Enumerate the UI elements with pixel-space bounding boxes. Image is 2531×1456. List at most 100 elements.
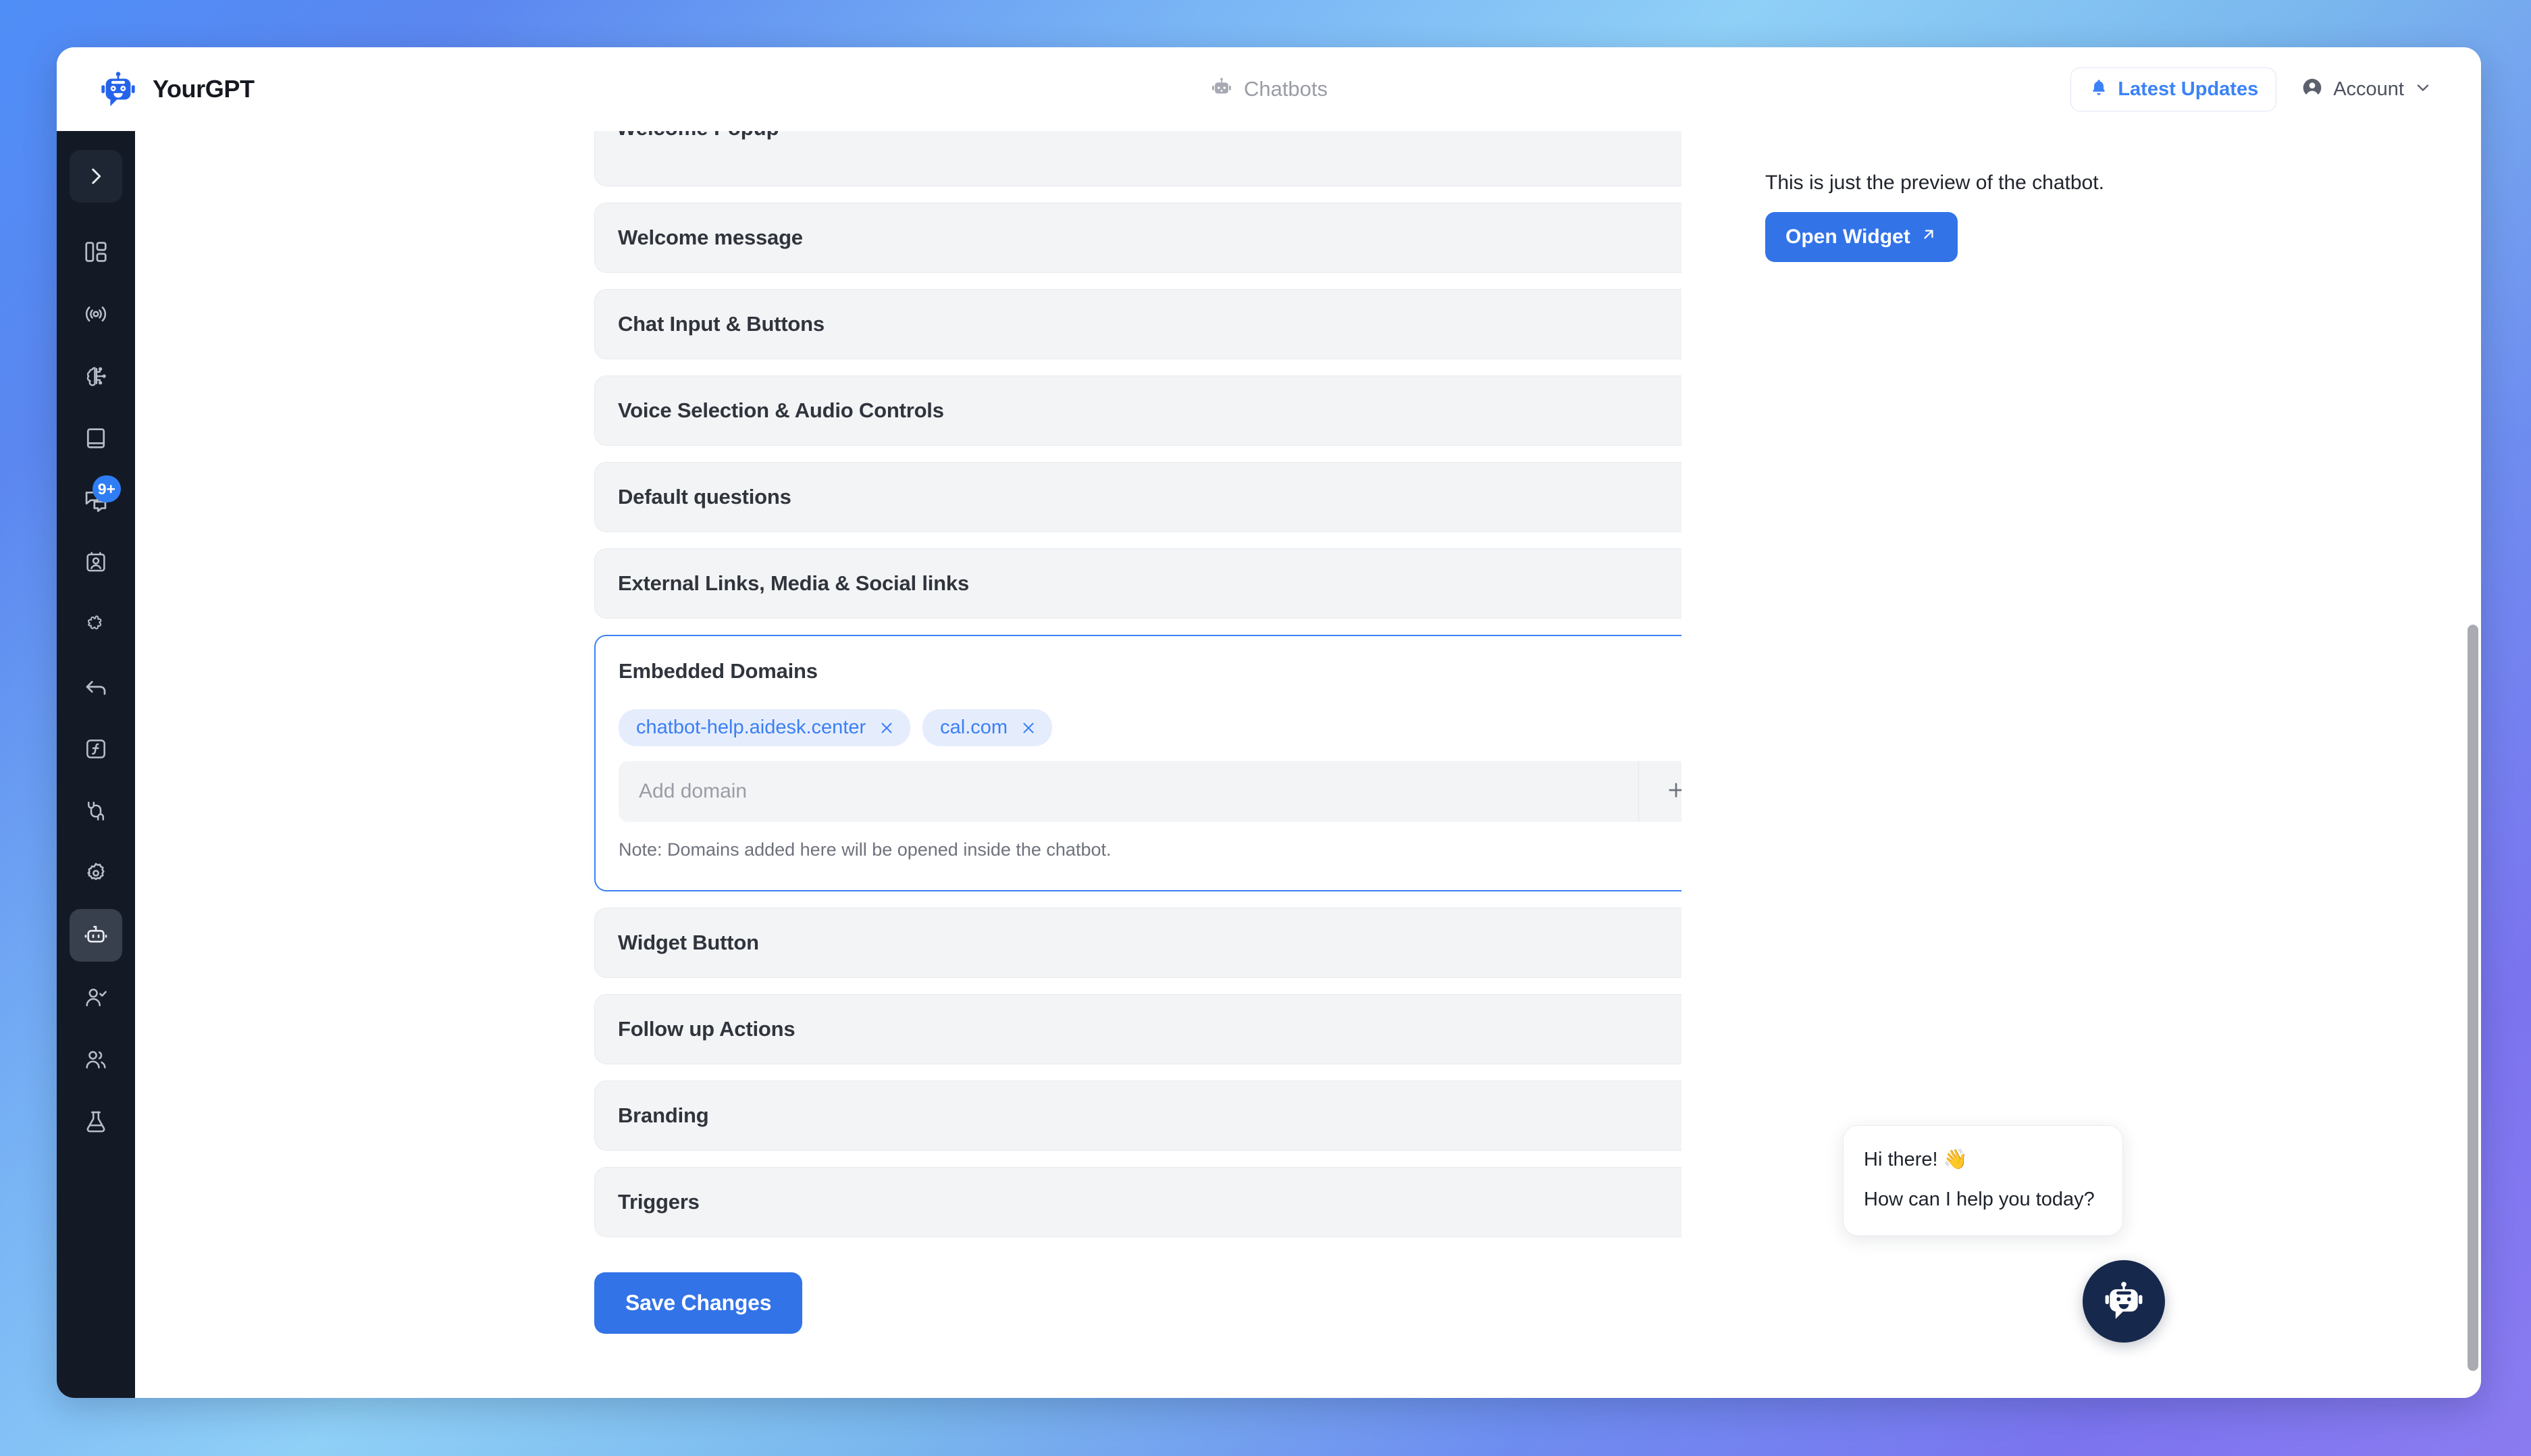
chat-greeting-bubble: Hi there! 👋 How can I help you today? [1843, 1125, 2123, 1236]
plug-connect-icon [83, 798, 109, 824]
latest-updates-button[interactable]: Latest Updates [2070, 67, 2277, 111]
add-domain-button[interactable] [1638, 761, 1681, 822]
robot-logo-icon [97, 68, 139, 110]
accordion-external-links-media-social[interactable]: External Links, Media & Social links [594, 548, 1681, 619]
accordion-title: Voice Selection & Audio Controls [618, 398, 944, 422]
sidebar-item-settings[interactable] [70, 847, 122, 900]
flask-icon [83, 1109, 109, 1135]
sidebar-item-broadcast[interactable] [70, 288, 122, 340]
puzzle-piece-icon [82, 611, 109, 638]
accordion-title: Branding [618, 1103, 709, 1127]
accordion-default-questions[interactable]: Default questions [594, 462, 1681, 532]
latest-updates-label: Latest Updates [2118, 78, 2259, 100]
greeting-line-1: Hi there! 👋 [1864, 1149, 1968, 1171]
broadcast-signal-icon [83, 301, 109, 327]
sidebar-item-back-arrow[interactable] [70, 660, 122, 713]
bell-icon [2089, 78, 2109, 101]
plus-icon [1665, 779, 1681, 804]
open-widget-button[interactable]: Open Widget [1765, 212, 1958, 262]
sidebar-item-labs[interactable] [70, 1095, 122, 1148]
contact-card-icon [83, 550, 109, 575]
greeting-line-2: How can I help you today? [1864, 1189, 2095, 1211]
sidebar-item-team[interactable] [70, 1033, 122, 1086]
accordion-welcome-message[interactable]: Welcome message [594, 203, 1681, 273]
accordion-triggers[interactable]: Triggers [594, 1167, 1681, 1237]
save-row: Save Changes [594, 1272, 1681, 1334]
accordion-title: Welcome message [618, 226, 803, 249]
robot-avatar-icon [2097, 1274, 2150, 1330]
window-body: 9+ Welcome message Chat Input & Buttons … [57, 131, 2481, 1398]
accordion-welcome-popup[interactable]: Welcome Popup [594, 131, 1681, 186]
chevron-down-icon [2413, 78, 2432, 101]
accordion-branding[interactable]: Branding [594, 1081, 1681, 1151]
accordion-embedded-domains-header[interactable]: Embedded Domains [596, 636, 1681, 706]
arrow-up-right-icon [1920, 226, 1937, 249]
page-title: Chatbots [1243, 77, 1328, 101]
brand: YourGPT [97, 68, 475, 110]
add-domain-input[interactable] [619, 761, 1638, 822]
preview-note: This is just the preview of the chatbot. [1765, 172, 2104, 194]
robot-icon [82, 922, 109, 949]
account-menu[interactable]: Account [2295, 70, 2438, 109]
sidebar-item-knowledge-base[interactable] [70, 412, 122, 465]
sidebar-item-dashboard[interactable] [70, 226, 122, 278]
window-scrollbar[interactable] [2468, 625, 2478, 1371]
expand-sidebar-toggle[interactable] [70, 150, 122, 203]
sidebar-item-plugins[interactable] [70, 785, 122, 837]
gear-icon [83, 860, 109, 886]
chatbot-settings-panel: Welcome Popup Welcome message Chat [135, 131, 1681, 1398]
open-widget-label: Open Widget [1785, 226, 1910, 248]
add-domain-row [619, 761, 1681, 822]
embedded-domains-note: Note: Domains added here will be opened … [619, 839, 1112, 860]
accordion-title: Widget Button [618, 931, 759, 954]
account-label: Account [2333, 78, 2404, 100]
accordion-voice-selection-audio-controls[interactable]: Voice Selection & Audio Controls [594, 375, 1681, 446]
sidebar-item-conversations[interactable]: 9+ [70, 474, 122, 527]
save-changes-button[interactable]: Save Changes [594, 1272, 803, 1334]
app-window: YourGPT Chatbots Latest Updates Account … [57, 47, 2481, 1398]
top-bar-right: Latest Updates Account [2070, 67, 2438, 111]
layout-dashboard-icon [83, 239, 109, 265]
domain-chip-label: cal.com [940, 717, 1008, 738]
main-content: Welcome Popup Welcome message Chat [135, 131, 2481, 1398]
function-square-icon [83, 736, 109, 762]
book-icon [83, 425, 109, 451]
brain-circuit-icon [83, 363, 109, 389]
domain-chip: cal.com [922, 709, 1053, 746]
accordion-embedded-domains: Embedded Domains chatbot-help.aidesk.cen… [594, 635, 1681, 891]
chatbot-preview-panel: This is just the preview of the chatbot.… [1681, 131, 2481, 1398]
top-bar: YourGPT Chatbots Latest Updates Account [57, 47, 2481, 131]
sidebar-item-functions[interactable] [70, 723, 122, 775]
brand-name: YourGPT [153, 75, 255, 103]
accordion-title: Triggers [618, 1190, 700, 1214]
accordion-title: External Links, Media & Social links [618, 571, 969, 595]
chevron-right-icon [84, 165, 107, 188]
accordion-widget-button[interactable]: Widget Button [594, 908, 1681, 978]
close-icon[interactable] [878, 719, 895, 737]
accordion-title: Chat Input & Buttons [618, 312, 825, 336]
left-nav-rail: 9+ [57, 131, 135, 1398]
accordion-embedded-domains-body: chatbot-help.aidesk.center cal.com Add d… [596, 706, 1681, 890]
domain-chip-label: chatbot-help.aidesk.center [636, 717, 866, 738]
sidebar-item-agents[interactable] [70, 971, 122, 1024]
users-icon [83, 1047, 109, 1072]
conversations-badge: 9+ [92, 475, 121, 502]
accordion-chat-input-buttons[interactable]: Chat Input & Buttons [594, 289, 1681, 359]
accordion-title: Embedded Domains [619, 659, 818, 683]
user-check-icon [83, 985, 109, 1010]
accordion-title: Default questions [618, 485, 791, 509]
sidebar-item-integrations[interactable] [70, 598, 122, 651]
arrow-back-icon [83, 674, 109, 700]
robot-icon [1210, 76, 1233, 103]
user-circle-icon [2301, 76, 2324, 103]
accordion-title: Follow up Actions [618, 1017, 795, 1041]
sidebar-item-chatbots[interactable] [70, 909, 122, 962]
close-icon[interactable] [1020, 719, 1037, 737]
domain-chip: chatbot-help.aidesk.center [619, 709, 911, 746]
sidebar-item-ai-brain[interactable] [70, 350, 122, 402]
domain-chip-list: chatbot-help.aidesk.center cal.com [619, 709, 1681, 746]
chat-launcher-button[interactable] [2083, 1260, 2165, 1343]
sidebar-item-contacts[interactable] [70, 536, 122, 589]
accordion-follow-up-actions[interactable]: Follow up Actions [594, 994, 1681, 1064]
accordion-list: Welcome message Chat Input & Buttons Voi… [594, 203, 1681, 1237]
